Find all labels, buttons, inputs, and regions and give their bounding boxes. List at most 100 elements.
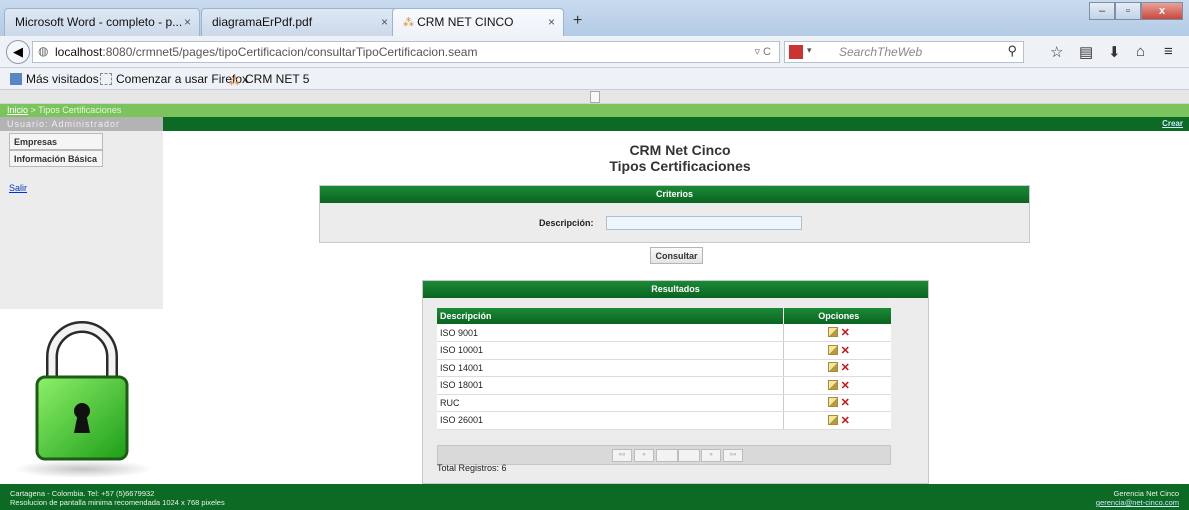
user-label: Usuario: Administrador — [0, 117, 163, 131]
maximize-icon[interactable]: ▫ — [1115, 2, 1141, 20]
results-table: Descripción Opciones ISO 9001 ✕ ISO 1000… — [437, 308, 891, 430]
page-top-strip — [0, 90, 1189, 104]
minimize-icon[interactable]: – — [1089, 2, 1115, 20]
row-options: ✕ — [783, 341, 891, 360]
edit-icon[interactable] — [827, 379, 838, 390]
edit-icon[interactable] — [827, 327, 838, 337]
delete-icon[interactable]: ✕ — [841, 362, 850, 374]
bookmarks-bar: Más visitados Comenzar a usar Firefox ⁂ C… — [0, 68, 1189, 90]
new-tab-button[interactable]: + — [573, 12, 582, 30]
close-tab-icon[interactable]: × — [381, 15, 388, 29]
footer-email-link[interactable]: gerencia@net-cinco.com — [1096, 498, 1179, 507]
padlock-image — [0, 309, 163, 484]
footer-address: Cartagena - Colombia. Tel: +57 (5)667993… — [10, 489, 155, 498]
reload-icon[interactable]: ▿ C — [754, 45, 771, 58]
delete-icon[interactable]: ✕ — [841, 397, 850, 409]
back-arrow-icon[interactable]: ◀ — [6, 40, 30, 64]
row-description: ISO 10001 — [437, 341, 784, 360]
search-engine-icon[interactable] — [789, 45, 803, 59]
bookmark-crm[interactable]: ⁂ CRM NET 5 — [229, 72, 309, 88]
table-row: ISO 14001 ✕ — [437, 359, 891, 377]
folder-icon — [10, 73, 22, 85]
delete-icon[interactable]: ✕ — [841, 345, 850, 357]
table-row: ISO 26001 ✕ — [437, 411, 891, 430]
url-host: localhost — [55, 45, 103, 59]
padlock-icon — [13, 321, 153, 478]
close-window-icon[interactable]: x — [1141, 2, 1183, 20]
download-icon[interactable]: ⬇ — [1108, 43, 1121, 61]
table-row: RUC ✕ — [437, 394, 891, 412]
results-panel: Resultados Descripción Opciones ISO 9001… — [422, 280, 929, 484]
crear-link[interactable]: Crear — [1162, 119, 1183, 128]
browser-tab-bar: Microsoft Word - completo - p... × diagr… — [0, 0, 1189, 36]
delete-icon[interactable]: ✕ — [841, 327, 850, 339]
home-icon[interactable]: ⌂ — [1136, 43, 1145, 60]
page-subtitle: Tipos Certificaciones — [609, 158, 751, 174]
row-options: ✕ — [783, 411, 891, 430]
document-icon — [590, 91, 600, 103]
next-page-button[interactable]: » — [701, 449, 721, 462]
footer-resolution-note: Resolucion de pantalla minima recomendad… — [10, 498, 225, 507]
row-description: ISO 18001 — [437, 376, 784, 395]
menu-icon[interactable]: ≡ — [1164, 43, 1173, 60]
search-icon[interactable]: ⚲ — [1007, 43, 1017, 59]
description-label: Descripción: — [539, 218, 594, 228]
breadcrumb-current: Tipos Certificaciones — [38, 105, 122, 115]
total-records: Total Registros: 6 — [437, 463, 507, 473]
search-input[interactable]: ▾ SearchTheWeb ⚲ — [784, 41, 1024, 63]
table-row: ISO 9001 ✕ — [437, 324, 891, 342]
page-icon — [100, 73, 112, 85]
footer-contact: Cartagena - Colombia. Tel: +57 (5)667993… — [10, 489, 225, 507]
first-page-button[interactable]: «« — [612, 449, 632, 462]
breadcrumb-separator: > — [28, 105, 39, 115]
row-description: RUC — [437, 394, 784, 412]
browser-tab-pdf[interactable]: diagramaErPdf.pdf × — [201, 8, 397, 36]
sidebar-item-informacion-basica[interactable]: Información Básica — [9, 150, 103, 167]
search-dropdown-icon[interactable]: ▾ — [807, 45, 812, 56]
edit-icon[interactable] — [827, 397, 838, 408]
row-options: ✕ — [783, 394, 891, 412]
criteria-panel: Criterios Descripción: — [319, 185, 1030, 243]
row-options: ✕ — [783, 359, 891, 377]
page-number-2[interactable] — [678, 449, 700, 462]
close-tab-icon[interactable]: × — [184, 15, 191, 29]
footer: Cartagena - Colombia. Tel: +57 (5)667993… — [0, 484, 1189, 510]
user-bar: Usuario: Administrador Crear — [0, 117, 1189, 131]
prev-page-button[interactable]: « — [634, 449, 654, 462]
delete-icon[interactable]: ✕ — [841, 415, 850, 427]
table-row: ISO 18001 ✕ — [437, 376, 891, 395]
last-page-button[interactable]: »» — [723, 449, 743, 462]
bookmark-star-icon[interactable]: ☆ — [1050, 43, 1063, 61]
footer-company: Gerencia Net Cinco gerencia@net-cinco.co… — [1096, 489, 1179, 507]
column-header-opciones: Opciones — [783, 308, 891, 324]
url-path: :8080/crmnet5/pages/tipoCertificacion/co… — [102, 45, 478, 59]
delete-icon[interactable]: ✕ — [841, 380, 850, 392]
bookmark-comenzar[interactable]: Comenzar a usar Firefox — [100, 72, 248, 86]
browser-tab-crm[interactable]: ⁂ CRM NET CINCO × — [392, 8, 564, 36]
consultar-button[interactable]: Consultar — [650, 247, 703, 264]
criteria-header: Criterios — [320, 186, 1029, 203]
browser-tab-word[interactable]: Microsoft Word - completo - p... × — [4, 8, 200, 36]
row-options: ✕ — [783, 376, 891, 395]
bookmark-mas-visitados[interactable]: Más visitados — [10, 72, 99, 86]
table-row: ISO 10001 ✕ — [437, 341, 891, 360]
breadcrumb-home-link[interactable]: Inicio — [7, 105, 28, 115]
description-input[interactable] — [606, 216, 802, 230]
sidebar-item-empresas[interactable]: Empresas — [9, 133, 103, 150]
close-tab-icon[interactable]: × — [548, 15, 555, 29]
edit-icon[interactable] — [827, 344, 838, 355]
window-controls: – ▫ x — [1089, 2, 1183, 22]
url-input[interactable]: ◍ localhost:8080/crmnet5/pages/tipoCerti… — [32, 41, 780, 63]
page-number-1[interactable] — [656, 449, 678, 462]
tab-label: Microsoft Word - completo - p... — [15, 15, 183, 29]
row-description: ISO 9001 — [437, 324, 784, 342]
globe-icon: ◍ — [38, 44, 49, 58]
edit-icon[interactable] — [827, 414, 838, 425]
edit-icon[interactable] — [827, 362, 838, 373]
reading-list-icon[interactable]: ▤ — [1079, 43, 1093, 61]
breadcrumb: Inicio > Tipos Certificaciones — [0, 104, 1189, 117]
row-description: ISO 26001 — [437, 411, 784, 430]
loading-icon: ⁂ — [403, 17, 418, 29]
logout-link[interactable]: Salir — [9, 183, 27, 193]
row-description: ISO 14001 — [437, 359, 784, 377]
